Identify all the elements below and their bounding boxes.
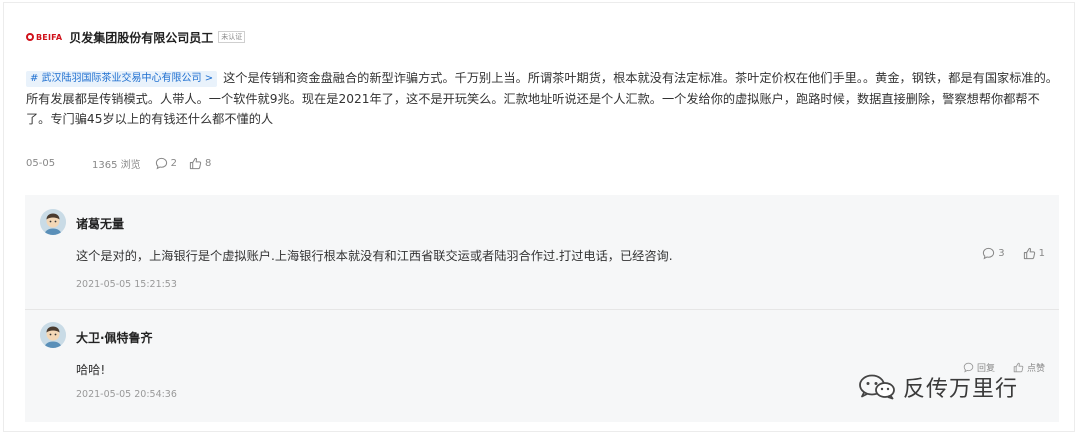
like-count: 8	[205, 157, 212, 169]
unverified-badge: 未认证	[218, 31, 246, 43]
comment-icon	[155, 157, 167, 169]
post-date: 05-05	[26, 157, 56, 169]
avatar[interactable]	[40, 209, 66, 235]
wechat-icon	[859, 374, 895, 400]
comment-actions: 3 1	[964, 247, 1045, 260]
comment-like-count: 1	[1038, 248, 1045, 259]
reply-button[interactable]: 3	[982, 247, 1005, 260]
company-logo: BEIFA	[26, 33, 62, 42]
topic-tag[interactable]: # 武汉陆羽国际茶业交易中心有限公司 >	[26, 71, 218, 87]
comment-time: 2021-05-05 20:54:36	[76, 389, 177, 400]
comment-like-button[interactable]: 1	[1023, 247, 1045, 260]
author-name[interactable]: 贝发集团股份有限公司员工	[69, 29, 213, 46]
author-row: BEIFA 贝发集团股份有限公司员工 未认证	[26, 28, 246, 46]
commenter-name[interactable]: 诸葛无量	[76, 215, 124, 232]
post-meta: 05-05 1365 浏览 2 8	[26, 155, 223, 171]
like-label: 点赞	[1026, 364, 1045, 374]
watermark-text: 反传万里行	[903, 377, 1019, 402]
comment-divider	[25, 309, 1059, 310]
thumbs-up-icon	[1023, 247, 1035, 260]
avatar[interactable]	[40, 322, 66, 348]
view-count: 1365 浏览	[92, 159, 141, 171]
comment-text: 这个是对的，上海银行是个虚拟账户.上海银行根本就没有和江西省联交运或者陆羽合作过…	[76, 249, 673, 263]
comment-time: 2021-05-05 15:21:53	[76, 279, 177, 290]
watermark: 反传万里行	[857, 367, 1018, 407]
reply-count: 3	[998, 248, 1005, 259]
thumbs-up-icon	[189, 157, 202, 169]
like-button[interactable]: 8	[189, 157, 211, 170]
comment-count: 2	[170, 157, 178, 169]
comment-text: 哈哈!	[76, 363, 106, 377]
post-body: # 武汉陆羽国际茶业交易中心有限公司 > 这个是传销和资金盘融合的新型诈骗方式。千…	[26, 68, 1062, 130]
comment-icon	[983, 247, 995, 260]
commenter-name[interactable]: 大卫·佩特鲁齐	[76, 329, 153, 346]
comment-button[interactable]: 2	[155, 157, 177, 170]
